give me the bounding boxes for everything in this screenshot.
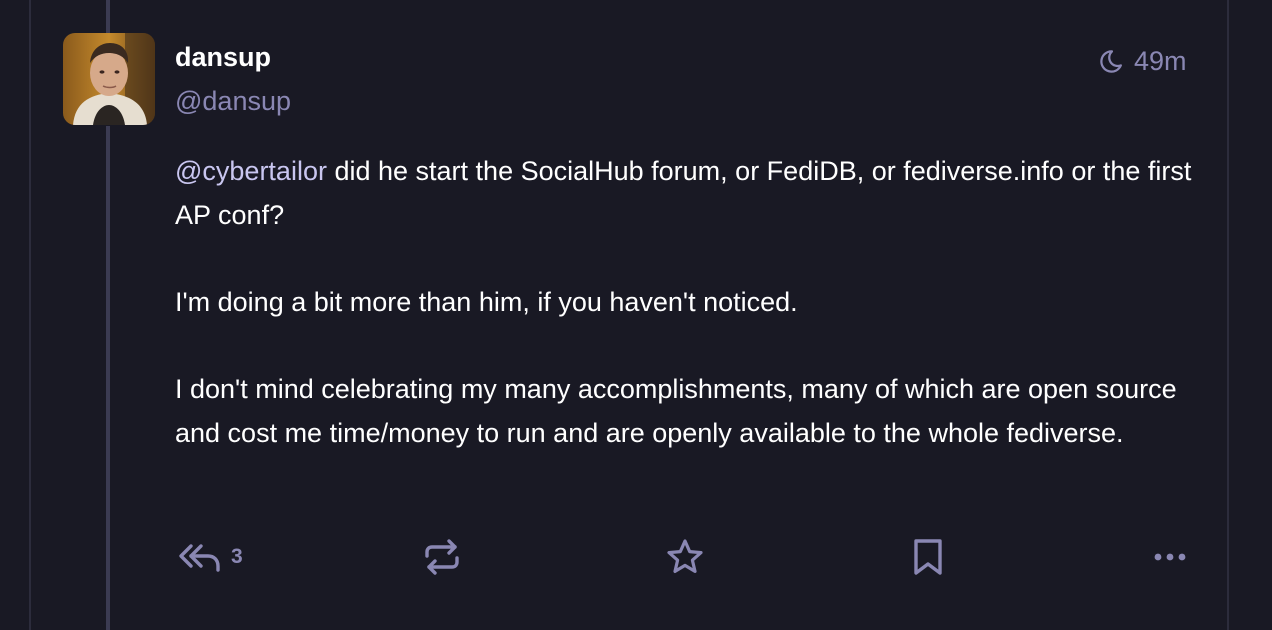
- column-border-right: [1227, 0, 1229, 630]
- bookmark-icon: [914, 539, 942, 575]
- thread-line-bottom: [106, 126, 110, 630]
- more-button[interactable]: [1152, 537, 1190, 577]
- display-name[interactable]: dansup: [175, 40, 271, 74]
- timestamp-link[interactable]: 49m: [1098, 44, 1187, 78]
- column-border-left: [29, 0, 31, 630]
- star-icon: [667, 539, 703, 573]
- content-paragraph: I don't mind celebrating my many accompl…: [175, 374, 1177, 448]
- timestamp: 49m: [1134, 45, 1187, 76]
- status-card[interactable]: dansup @dansup 49m @cybertailor did he s…: [0, 0, 1272, 630]
- reply-all-icon: [179, 544, 220, 572]
- boost-icon: [425, 539, 459, 575]
- status-content: @cybertailor did he start the SocialHub …: [175, 149, 1205, 455]
- reply-count: 3: [231, 545, 243, 568]
- paragraph-text: did he start the SocialHub forum, or Fed…: [175, 156, 1192, 230]
- reply-button[interactable]: 3: [178, 537, 243, 577]
- favourite-button[interactable]: [665, 537, 705, 577]
- avatar[interactable]: [63, 33, 155, 125]
- bookmark-button[interactable]: [909, 537, 947, 577]
- content-paragraph: @cybertailor did he start the SocialHub …: [175, 149, 1205, 237]
- more-icon: [1154, 553, 1186, 561]
- account-handle[interactable]: @dansup: [175, 84, 291, 118]
- thread-line-top: [106, 0, 110, 34]
- moon-icon: [1100, 49, 1122, 73]
- content-paragraph: I'm doing a bit more than him, if you ha…: [175, 287, 798, 317]
- mention-link[interactable]: @cybertailor: [175, 156, 327, 186]
- boost-button[interactable]: [422, 537, 462, 577]
